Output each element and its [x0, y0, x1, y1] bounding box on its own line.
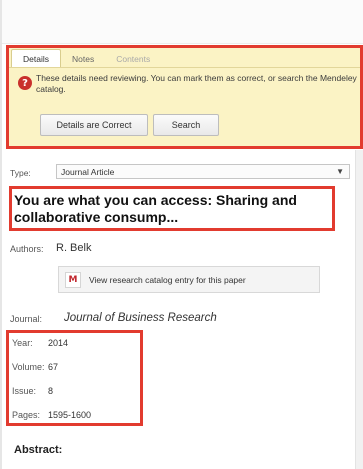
view-catalog-entry-button[interactable]: M View research catalog entry for this p…	[58, 266, 320, 293]
vertical-scrollbar[interactable]	[355, 150, 363, 469]
journal-value[interactable]: Journal of Business Research	[64, 312, 217, 324]
type-select[interactable]: Journal Article ▼	[56, 164, 350, 179]
type-select-value: Journal Article	[61, 167, 115, 177]
abstract-heading: Abstract:	[14, 444, 63, 456]
authors-label: Authors:	[10, 244, 44, 254]
highlight-box-title	[9, 186, 335, 231]
type-label: Type:	[10, 168, 31, 178]
top-toolbar-area	[2, 0, 363, 44]
highlight-box-header	[6, 45, 363, 149]
chevron-down-icon: ▼	[336, 167, 344, 176]
highlight-box-metadata	[6, 330, 143, 426]
authors-value[interactable]: R. Belk	[56, 242, 91, 254]
view-catalog-entry-label: View research catalog entry for this pap…	[89, 274, 246, 285]
journal-label: Journal:	[10, 314, 43, 324]
mendeley-icon: M	[65, 271, 81, 288]
